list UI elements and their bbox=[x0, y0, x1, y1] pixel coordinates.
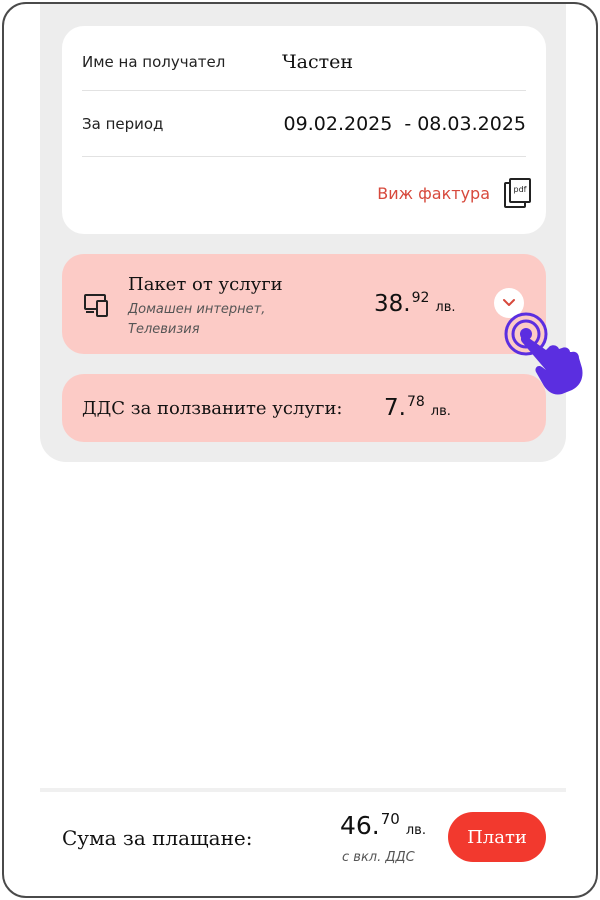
tap-hand-icon bbox=[504, 312, 583, 395]
services-subtitle: Домашен интернет, Телевизия bbox=[128, 302, 266, 337]
total-price-dec: 70 bbox=[380, 810, 400, 828]
services-price-int: 38. bbox=[374, 291, 411, 317]
vat-price-dec: 78 bbox=[406, 394, 425, 410]
recipient-value: Частен bbox=[282, 51, 354, 73]
vat-price-int: 7. bbox=[384, 395, 406, 421]
services-title: Пакет от услуги bbox=[128, 274, 283, 295]
total-price-int: 46. bbox=[340, 811, 380, 840]
pdf-icon-text: pdf bbox=[509, 178, 531, 203]
period-from: 09.02.2025 bbox=[283, 113, 393, 135]
services-currency: лв. bbox=[435, 300, 456, 315]
pdf-document-icon[interactable]: pdf bbox=[504, 178, 532, 208]
recipient-row: Име на получател Частен bbox=[82, 44, 526, 80]
devices-icon bbox=[84, 294, 110, 318]
period-values: 09.02.2025-08.03.2025 bbox=[284, 113, 526, 135]
view-invoice-label[interactable]: Виж фактура bbox=[377, 184, 490, 203]
view-invoice-link[interactable]: Виж фактура pdf bbox=[377, 178, 532, 208]
period-row: За период 09.02.2025-08.03.2025 bbox=[82, 106, 526, 142]
services-price: 38.92 лв. bbox=[374, 290, 456, 317]
vat-card: ДДС за ползваните услуги: 7.78 лв. bbox=[62, 374, 546, 442]
footer-divider bbox=[40, 788, 566, 792]
services-package-card[interactable]: Пакет от услуги Домашен интернет, Телеви… bbox=[62, 254, 546, 354]
vat-price: 7.78 лв. bbox=[384, 394, 451, 421]
app-frame: Име на получател Частен За период 09.02.… bbox=[2, 2, 598, 898]
total-vat-note: с вкл. ДДС bbox=[342, 850, 415, 865]
chevron-down-icon bbox=[503, 299, 515, 306]
vat-label: ДДС за ползваните услуги: bbox=[82, 398, 343, 419]
total-currency: лв. bbox=[405, 823, 426, 838]
total-price: 46.70 лв. bbox=[340, 810, 426, 840]
invoice-info-card: Име на получател Частен За период 09.02.… bbox=[62, 26, 546, 234]
total-label: Сума за плащане: bbox=[62, 826, 253, 850]
divider bbox=[82, 156, 526, 157]
divider bbox=[82, 90, 526, 91]
recipient-label: Име на получател bbox=[82, 53, 226, 71]
period-to: 08.03.2025 bbox=[417, 113, 526, 135]
pay-button[interactable]: Плати bbox=[448, 812, 546, 862]
period-label: За период bbox=[82, 115, 164, 133]
period-separator: - bbox=[404, 113, 412, 135]
vat-currency: лв. bbox=[430, 404, 451, 419]
services-price-dec: 92 bbox=[411, 290, 430, 306]
